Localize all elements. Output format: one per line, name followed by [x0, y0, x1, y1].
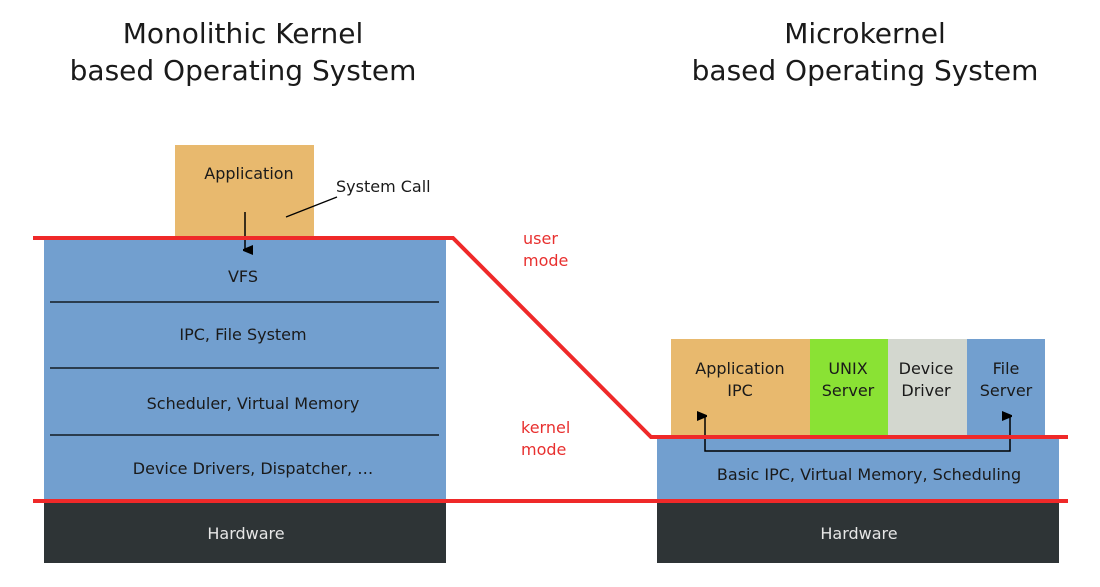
microkernel-label: Basic IPC, Virtual Memory, Scheduling: [717, 465, 1021, 484]
microkernel-title-line1: Microkernel: [784, 17, 946, 50]
kernel-comparison-diagram: Monolithic Kernel based Operating System…: [33, 17, 1068, 563]
system-call-label: System Call: [336, 177, 431, 196]
layer-vfs: VFS: [228, 267, 258, 286]
server-label-line1: Application: [695, 359, 784, 378]
server-label-line2: Server: [822, 381, 875, 400]
layer-device-drivers: Device Drivers, Dispatcher, …: [133, 459, 373, 478]
server-label-line1: Device: [899, 359, 954, 378]
user-mode-line2: mode: [523, 251, 568, 270]
micro-hardware-label: Hardware: [820, 524, 897, 543]
monolithic-title-line2: based Operating System: [70, 54, 417, 87]
kernel-mode-line1: kernel: [521, 418, 570, 437]
server-label-line2: Server: [980, 381, 1033, 400]
server-label-line1: File: [993, 359, 1020, 378]
mono-application-label: Application: [204, 164, 293, 183]
layer-ipc-fs: IPC, File System: [179, 325, 306, 344]
layer-scheduler-vm: Scheduler, Virtual Memory: [147, 394, 360, 413]
monolithic-title-line1: Monolithic Kernel: [123, 17, 364, 50]
microkernel-title-line2: based Operating System: [692, 54, 1039, 87]
mono-hardware-label: Hardware: [207, 524, 284, 543]
server-label-line2: IPC: [727, 381, 753, 400]
user-mode-line1: user: [523, 229, 558, 248]
server-label-line1: UNIX: [828, 359, 867, 378]
server-label-line2: Driver: [901, 381, 951, 400]
kernel-mode-line2: mode: [521, 440, 566, 459]
